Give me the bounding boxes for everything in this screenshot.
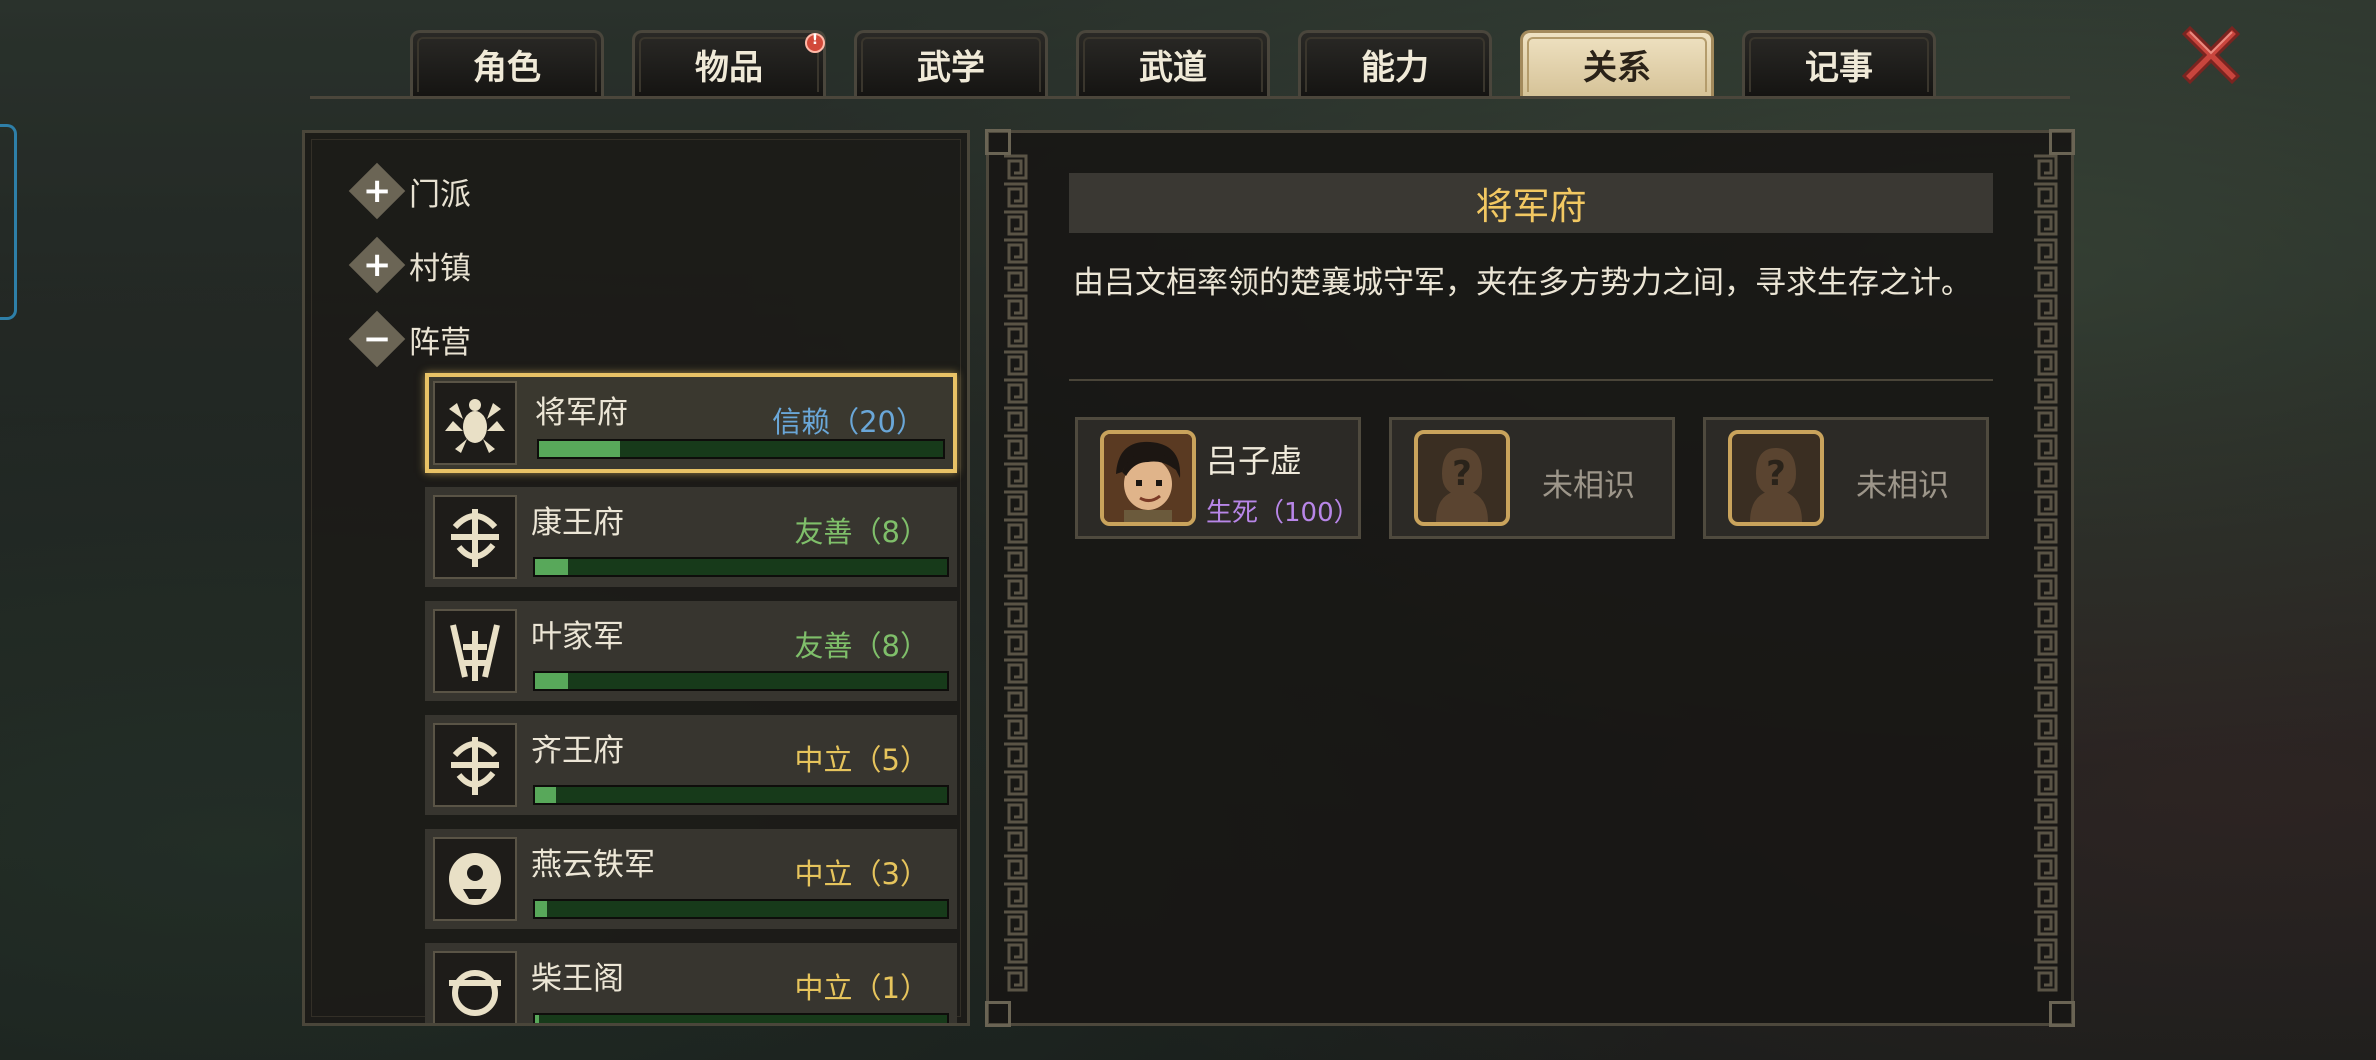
faction-name: 齐王府 — [531, 733, 624, 769]
faction-row-ye-army[interactable]: 叶家军 友善（8） — [425, 601, 957, 701]
affinity-bar-fill — [535, 787, 556, 803]
category-label: 门派 — [409, 176, 471, 213]
side-edge-handle[interactable] — [0, 124, 17, 320]
affinity-bar-fill — [535, 901, 548, 917]
affinity-bar — [533, 671, 949, 691]
faction-status: 友善（8） — [794, 629, 929, 663]
faction-row-yanyun-iron-army[interactable]: 燕云铁军 中立（3） — [425, 829, 957, 929]
faction-row-chai-pavilion[interactable]: 柴王阁 中立（1） — [425, 943, 957, 1023]
category-factions[interactable]: − 阵营 — [348, 310, 471, 368]
collapse-icon: − — [348, 310, 406, 368]
tab-label: 关系 — [1583, 48, 1651, 88]
tab-martial-way[interactable]: 武道 — [1076, 30, 1270, 96]
faction-emblem-icon — [433, 381, 517, 465]
character-relation: 生死（100） — [1206, 498, 1360, 528]
affinity-bar — [537, 439, 945, 459]
faction-status: 中立（3） — [794, 857, 929, 891]
faction-list-panel[interactable]: + 门派 + 村镇 − 阵营 将军府 信赖（20） 康王府 友善（8） 叶家军 … — [302, 130, 970, 1026]
divider — [1069, 379, 1993, 381]
category-sects[interactable]: + 门派 — [348, 162, 471, 220]
affinity-bar-fill — [535, 673, 568, 689]
tab-label: 角色 — [473, 48, 541, 88]
character-card[interactable]: 吕子虚 生死（100） — [1075, 417, 1361, 539]
affinity-bar-fill — [535, 559, 568, 575]
corner-ornament — [2049, 1001, 2075, 1027]
faction-status: 信赖（20） — [772, 405, 925, 439]
faction-emblem-icon — [433, 609, 517, 693]
tab-label: 记事 — [1805, 48, 1873, 88]
character-card-unknown[interactable]: ? 未相识 — [1389, 417, 1675, 539]
tab-relations[interactable]: 关系 — [1520, 30, 1714, 96]
affinity-bar — [533, 899, 949, 919]
faction-name: 康王府 — [531, 505, 624, 541]
category-label: 村镇 — [409, 250, 471, 287]
notification-badge — [805, 32, 825, 53]
unknown-label: 未相识 — [1542, 468, 1635, 504]
category-villages[interactable]: + 村镇 — [348, 236, 471, 294]
faction-name: 叶家军 — [531, 619, 624, 655]
faction-description: 由吕文桓率领的楚襄城守军，夹在多方势力之间，寻求生存之计。 — [1073, 265, 1972, 301]
unknown-label: 未相识 — [1856, 468, 1949, 504]
tab-label: 武道 — [1139, 48, 1207, 88]
unknown-portrait-icon: ? — [1728, 430, 1824, 526]
character-name: 吕子虚 — [1206, 442, 1303, 480]
faction-emblem-icon — [433, 495, 517, 579]
faction-status: 中立（1） — [794, 971, 929, 1005]
corner-ornament — [2049, 129, 2075, 155]
meander-border-decoration — [1001, 153, 1029, 993]
tab-label: 物品 — [695, 48, 763, 88]
affinity-bar — [533, 1013, 949, 1023]
faction-row-kang-mansion[interactable]: 康王府 友善（8） — [425, 487, 957, 587]
unknown-portrait-icon: ? — [1414, 430, 1510, 526]
expand-icon: + — [348, 162, 406, 220]
faction-emblem-icon — [433, 723, 517, 807]
faction-status: 中立（5） — [794, 743, 929, 777]
faction-emblem-icon — [433, 837, 517, 921]
tab-character[interactable]: 角色 — [410, 30, 604, 96]
affinity-bar — [533, 557, 949, 577]
expand-icon: + — [348, 236, 406, 294]
faction-emblem-icon — [433, 951, 517, 1023]
affinity-bar — [533, 785, 949, 805]
character-card-unknown[interactable]: ? 未相识 — [1703, 417, 1989, 539]
faction-row-general-mansion[interactable]: 将军府 信赖（20） — [425, 373, 957, 473]
faction-name: 燕云铁军 — [531, 847, 655, 883]
faction-name: 将军府 — [535, 395, 628, 431]
faction-status: 友善（8） — [794, 515, 929, 549]
tab-martial-arts[interactable]: 武学 — [854, 30, 1048, 96]
close-icon — [2181, 25, 2241, 85]
tab-label: 能力 — [1361, 48, 1429, 88]
faction-title: 将军府 — [1069, 173, 1993, 233]
character-portrait — [1100, 430, 1196, 526]
faction-name: 柴王阁 — [531, 961, 624, 997]
tab-journal[interactable]: 记事 — [1742, 30, 1936, 96]
close-button[interactable] — [2176, 20, 2246, 90]
meander-border-decoration — [2031, 153, 2059, 993]
corner-ornament — [985, 1001, 1011, 1027]
tab-label: 武学 — [917, 48, 985, 88]
faction-row-qi-mansion[interactable]: 齐王府 中立（5） — [425, 715, 957, 815]
tab-underline — [310, 96, 2070, 99]
tab-items[interactable]: 物品 — [632, 30, 826, 96]
corner-ornament — [985, 129, 1011, 155]
affinity-bar-fill — [539, 441, 620, 457]
affinity-bar-fill — [535, 1015, 540, 1023]
faction-detail-panel: 将军府 由吕文桓率领的楚襄城守军，夹在多方势力之间，寻求生存之计。 吕子虚 生死… — [985, 129, 2075, 1027]
tab-abilities[interactable]: 能力 — [1298, 30, 1492, 96]
category-label: 阵营 — [409, 324, 471, 361]
